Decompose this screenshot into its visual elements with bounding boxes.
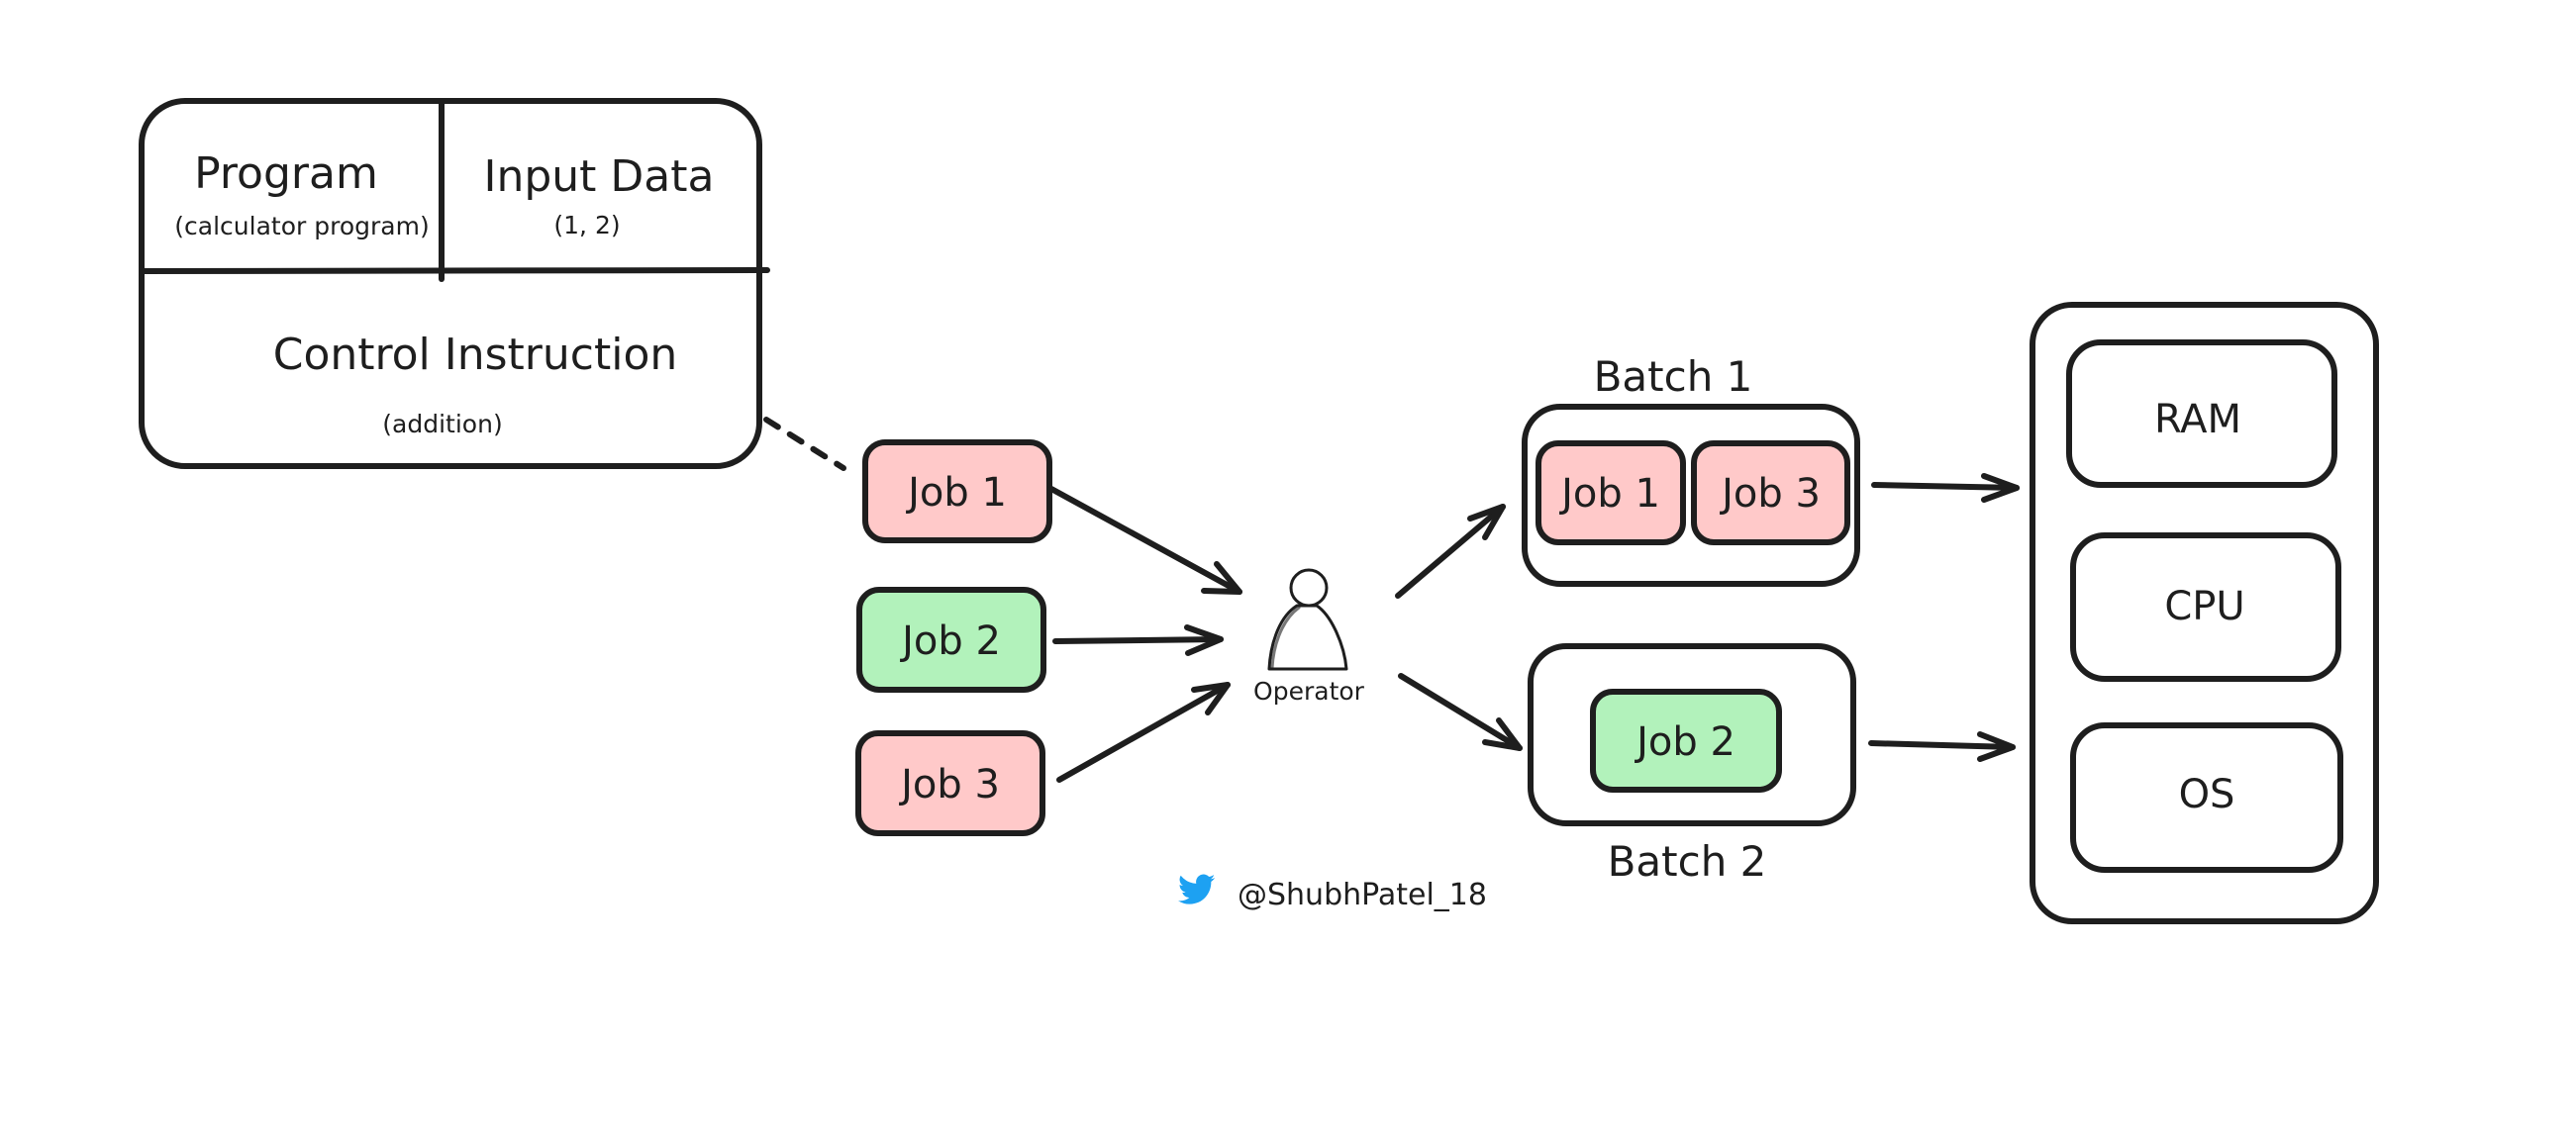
ram-label: RAM bbox=[2154, 397, 2241, 442]
resources-panel: RAM CPU OS bbox=[2030, 302, 2379, 924]
job-2-box[interactable]: Job 2 bbox=[856, 587, 1046, 693]
batch-1-job-1-label: Job 1 bbox=[1558, 471, 1660, 517]
job-1-box[interactable]: Job 1 bbox=[862, 439, 1052, 543]
job-3-box[interactable]: Job 3 bbox=[855, 730, 1045, 836]
batch-2[interactable]: Job 2 Batch 2 bbox=[1528, 643, 1856, 886]
operator-label: Operator bbox=[1253, 677, 1365, 706]
batch-1-job-3-label: Job 3 bbox=[1719, 471, 1821, 517]
batch-2-job-2-label: Job 2 bbox=[1634, 719, 1735, 765]
os-label: OS bbox=[2179, 772, 2235, 817]
job-definition-box: Program (calculator program) Input Data … bbox=[139, 98, 770, 469]
control-instruction-label: Control Instruction bbox=[273, 330, 678, 380]
operator-person-icon bbox=[1267, 568, 1348, 671]
job-3-label: Job 3 bbox=[898, 762, 1000, 808]
arrow-operator-to-batch1 bbox=[1395, 504, 1506, 599]
horizontal-divider bbox=[139, 267, 770, 274]
control-instruction-sublabel: (addition) bbox=[382, 410, 502, 438]
arrow-job2-to-operator bbox=[1052, 624, 1224, 656]
job-2-label: Job 2 bbox=[899, 618, 1001, 664]
batch-1[interactable]: Batch 1 Job 1 Job 3 bbox=[1522, 352, 1860, 587]
dashed-connector bbox=[763, 417, 846, 471]
program-label: Program bbox=[194, 148, 378, 199]
arrow-batch1-to-resources bbox=[1871, 473, 2020, 503]
arrow-batch2-to-resources bbox=[1868, 731, 2016, 762]
program-sublabel: (calculator program) bbox=[174, 212, 429, 240]
input-data-sublabel: (1, 2) bbox=[553, 211, 620, 239]
cpu-label: CPU bbox=[2164, 584, 2244, 629]
twitter-handle[interactable]: @ShubhPatel_18 bbox=[1238, 878, 1487, 912]
twitter-bird-icon bbox=[1178, 874, 1216, 904]
arrow-operator-to-batch2 bbox=[1398, 673, 1523, 751]
diagram-canvas: Program (calculator program) Input Data … bbox=[139, 98, 2379, 924]
input-data-label: Input Data bbox=[484, 151, 715, 202]
batch-1-title: Batch 1 bbox=[1594, 352, 1753, 401]
arrow-job3-to-operator bbox=[1056, 682, 1231, 783]
job-1-label: Job 1 bbox=[905, 470, 1007, 516]
batch-2-title: Batch 2 bbox=[1608, 837, 1767, 886]
arrow-job1-to-operator bbox=[1048, 486, 1242, 595]
